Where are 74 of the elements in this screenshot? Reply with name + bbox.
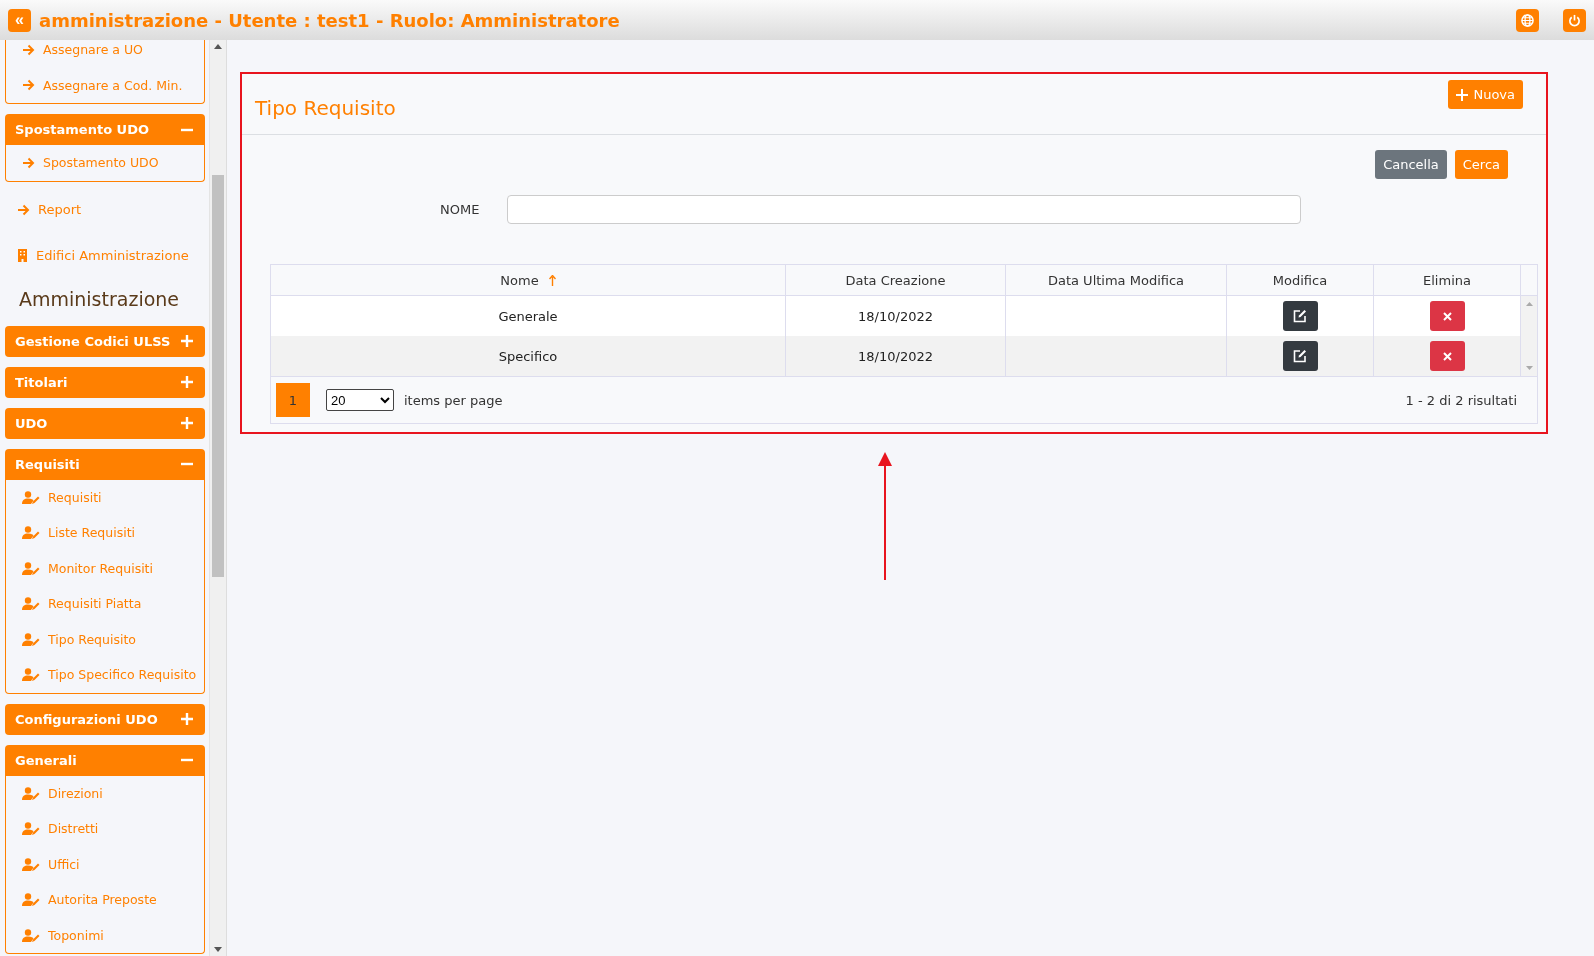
user-edit-icon <box>22 857 40 871</box>
new-button[interactable]: Nuova <box>1448 80 1523 109</box>
menu-item[interactable]: Liste Requisiti <box>48 525 136 541</box>
menu-link[interactable]: Report <box>38 202 82 217</box>
scrollbar[interactable] <box>209 40 227 956</box>
table-cell: 18/10/2022 <box>786 336 1006 376</box>
page-size-select[interactable]: 20 <box>326 389 394 411</box>
menu-item[interactable]: Assegnare a Cod. Min. <box>43 77 183 93</box>
menu-item[interactable]: Uffici <box>48 856 80 872</box>
logout-button[interactable] <box>1563 8 1586 32</box>
menu-group-header[interactable]: Spostamento UDO <box>5 114 206 145</box>
menu-item[interactable]: Direzioni <box>48 785 103 801</box>
menu-item[interactable]: Assegnare a UO <box>43 42 143 58</box>
field-label: NOME <box>440 202 480 217</box>
arrow-right-icon <box>22 43 35 56</box>
close-icon <box>1442 311 1452 321</box>
edit-button[interactable] <box>1282 341 1318 371</box>
delete-button[interactable] <box>1429 341 1465 371</box>
menu-group-header[interactable]: Generali <box>5 744 206 776</box>
plus-icon <box>1456 88 1469 101</box>
arrow-right-icon <box>17 203 30 216</box>
menu-group-header[interactable]: Requisiti <box>5 448 206 480</box>
menu-group-header[interactable]: UDO <box>5 407 206 439</box>
page-size-label: items per page <box>404 392 503 408</box>
plus-icon[interactable] <box>181 417 194 429</box>
language-button[interactable] <box>1516 8 1539 32</box>
clear-button[interactable]: Cancella <box>1375 150 1447 179</box>
menu-item[interactable]: Monitor Requisiti <box>48 560 153 576</box>
panel-title: Tipo Requisito <box>255 96 396 120</box>
search-button[interactable]: Cerca <box>1454 150 1508 179</box>
plus-icon[interactable] <box>181 713 194 725</box>
user-edit-icon <box>22 597 40 611</box>
menu-item[interactable]: Spostamento UDO <box>43 155 159 171</box>
edit-icon <box>1293 309 1307 323</box>
user-edit-icon <box>22 928 40 942</box>
scroll-down-icon[interactable] <box>214 947 223 952</box>
user-edit-icon <box>22 822 40 836</box>
menu-item[interactable]: Distretti <box>48 821 99 837</box>
scroll-up-icon[interactable] <box>214 44 223 49</box>
menu-link[interactable]: Edifici Amministrazione <box>36 248 189 263</box>
edit-icon <box>1293 349 1307 363</box>
globe-icon <box>1521 13 1534 27</box>
name-field[interactable] <box>507 195 1302 224</box>
user-edit-icon <box>22 893 40 907</box>
menu-group-header[interactable]: Titolari <box>5 366 206 398</box>
close-icon <box>1442 351 1452 361</box>
edit-button[interactable] <box>1282 301 1318 331</box>
user-edit-icon <box>22 668 40 682</box>
table-cell: Specifico <box>271 336 786 376</box>
menu-item[interactable]: Tipo Specifico Requisito <box>48 667 197 683</box>
menu-item[interactable]: Autorita Preposte <box>48 892 157 908</box>
menu-group-header[interactable]: Gestione Codici ULSS <box>5 325 206 357</box>
menu-item[interactable]: Requisiti Piatta <box>48 596 142 612</box>
arrow-right-icon <box>22 156 35 169</box>
collapse-button[interactable]: « <box>8 8 31 32</box>
plus-icon[interactable] <box>181 335 194 347</box>
user-edit-icon <box>22 561 40 575</box>
user-edit-icon <box>22 786 40 800</box>
building-icon <box>17 249 28 262</box>
menu-item[interactable]: Tipo Requisito <box>48 631 136 647</box>
page-button[interactable]: 1 <box>276 383 310 417</box>
user-edit-icon <box>22 490 40 504</box>
arrow-right-icon <box>22 79 35 92</box>
user-edit-icon <box>22 632 40 646</box>
menu-group-header[interactable]: Configurazioni UDO <box>5 703 206 735</box>
delete-button[interactable] <box>1429 301 1465 331</box>
menu-item[interactable]: Toponimi <box>48 927 104 943</box>
user-edit-icon <box>22 526 40 540</box>
app-title: amministrazione - Utente : test1 - Ruolo: Amministratore <box>39 9 621 31</box>
plus-icon[interactable] <box>181 376 194 388</box>
results-summary: 1 - 2 di 2 risultati <box>1405 392 1517 408</box>
power-icon <box>1568 13 1581 27</box>
section-heading: Amministrazione <box>18 286 181 312</box>
menu-item[interactable]: Requisiti <box>48 489 102 505</box>
